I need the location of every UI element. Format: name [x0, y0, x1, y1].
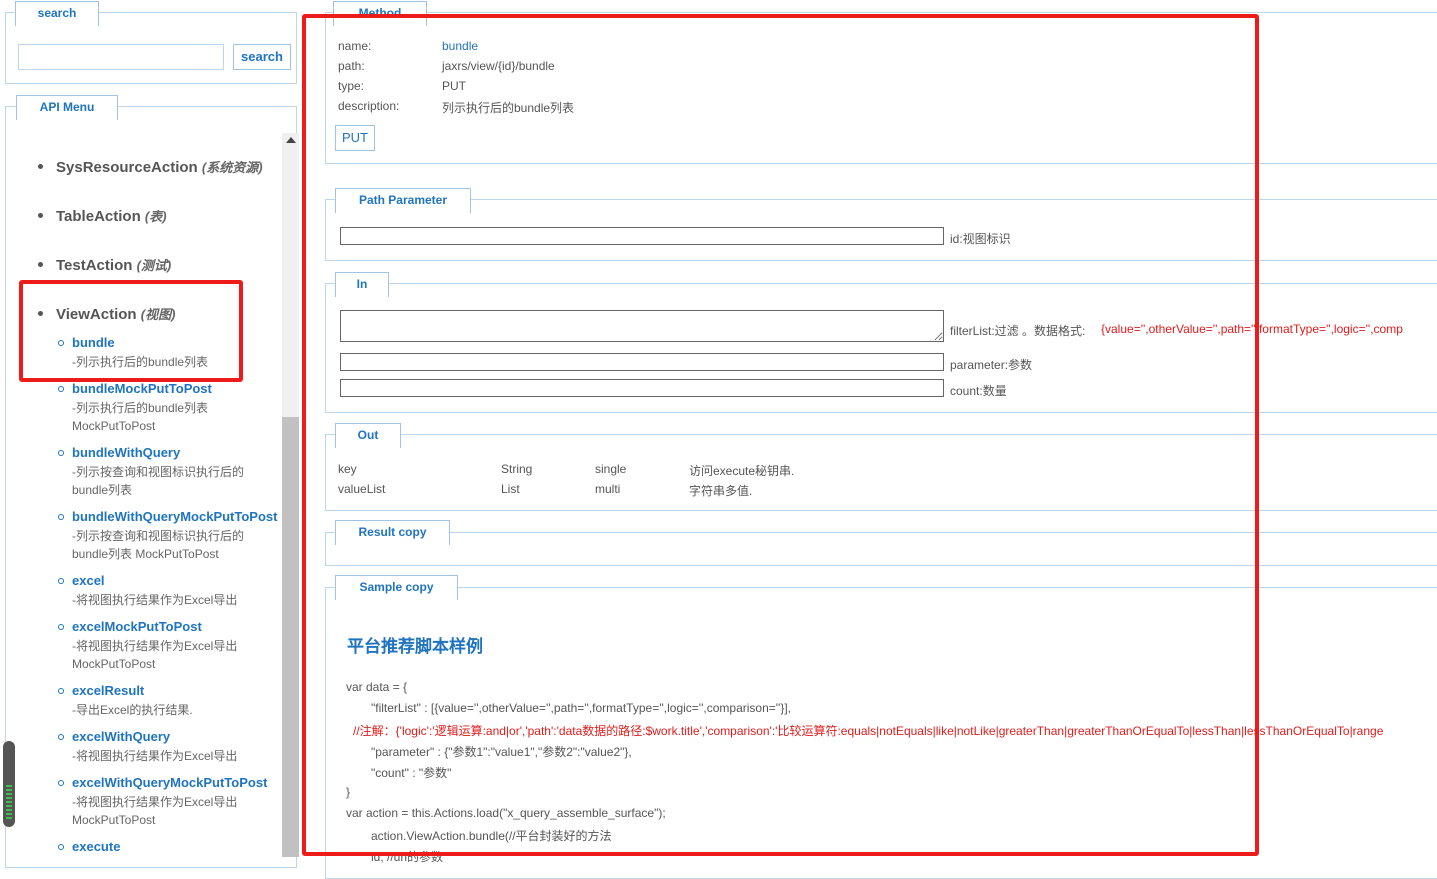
sub-item-desc: -将视图执行结果作为Excel导出 [72, 749, 238, 763]
search-tab: search [15, 1, 99, 26]
menu-scrollbar[interactable] [282, 133, 299, 857]
sub-item-link[interactable]: excelWithQueryMockPutToPost [72, 775, 267, 790]
highlight-box-viewaction [19, 280, 243, 382]
circle-bullet-icon [58, 386, 64, 392]
sub-item-desc: -将视图执行结果作为Excel导出 [72, 593, 238, 607]
circle-bullet-icon [58, 450, 64, 456]
circle-bullet-icon [58, 688, 64, 694]
sub-item-desc: -将视图执行结果作为Excel导出 MockPutToPost [72, 639, 238, 671]
circle-bullet-icon [58, 578, 64, 584]
menu-item-note: (系统资源) [201, 160, 263, 175]
bullet-icon [38, 164, 43, 169]
sub-item-link[interactable]: excelMockPutToPost [72, 619, 202, 634]
search-button[interactable]: search [233, 44, 291, 70]
menu-item-note: (表) [144, 209, 167, 224]
sub-item-desc: -列示按查询和视图标识执行后的bundle列表 MockPutToPost [72, 529, 244, 561]
api-menu-tab: API Menu [16, 95, 118, 120]
sub-item-desc: -导出Excel的执行结果. [72, 703, 193, 717]
circle-bullet-icon [58, 844, 64, 850]
bullet-icon [38, 213, 43, 218]
highlight-box-detail-panel [302, 14, 1259, 856]
scrollbar-thumb[interactable] [282, 417, 299, 857]
circle-bullet-icon [58, 734, 64, 740]
menu-item-label: TestAction (测试) [56, 255, 171, 274]
menu-item-note: (测试) [136, 258, 172, 273]
sub-item-desc: -列示按查询和视图标识执行后的bundle列表 [72, 465, 244, 497]
circle-bullet-icon [58, 514, 64, 520]
sub-item-link[interactable]: excel [72, 573, 105, 588]
sub-item-link[interactable]: bundleWithQueryMockPutToPost [72, 509, 277, 524]
sub-item-desc: -将视图执行结果作为Excel导出 MockPutToPost [72, 795, 238, 827]
menu-item-name: SysResourceAction [56, 159, 198, 176]
menu-item-label: SysResourceAction (系统资源) [56, 157, 263, 176]
volume-widget-level [6, 785, 12, 821]
sub-item-link[interactable]: bundleWithQuery [72, 445, 180, 460]
menu-item-name: TableAction [56, 208, 141, 225]
sub-item-link[interactable]: excelWithQuery [72, 729, 170, 744]
sub-item-link[interactable]: execute [72, 839, 120, 854]
sub-item-link[interactable]: excelResult [72, 683, 144, 698]
bullet-icon [38, 262, 43, 267]
menu-item-name: TestAction [56, 257, 133, 274]
sub-item-link[interactable]: bundleMockPutToPost [72, 381, 212, 396]
volume-widget[interactable] [3, 741, 15, 827]
menu-item-label: TableAction (表) [56, 206, 167, 225]
scroll-up-arrow-icon[interactable] [286, 137, 296, 143]
search-input[interactable] [18, 44, 224, 70]
circle-bullet-icon [58, 780, 64, 786]
circle-bullet-icon [58, 624, 64, 630]
sub-item-desc: -列示执行后的bundle列表 MockPutToPost [72, 401, 209, 433]
